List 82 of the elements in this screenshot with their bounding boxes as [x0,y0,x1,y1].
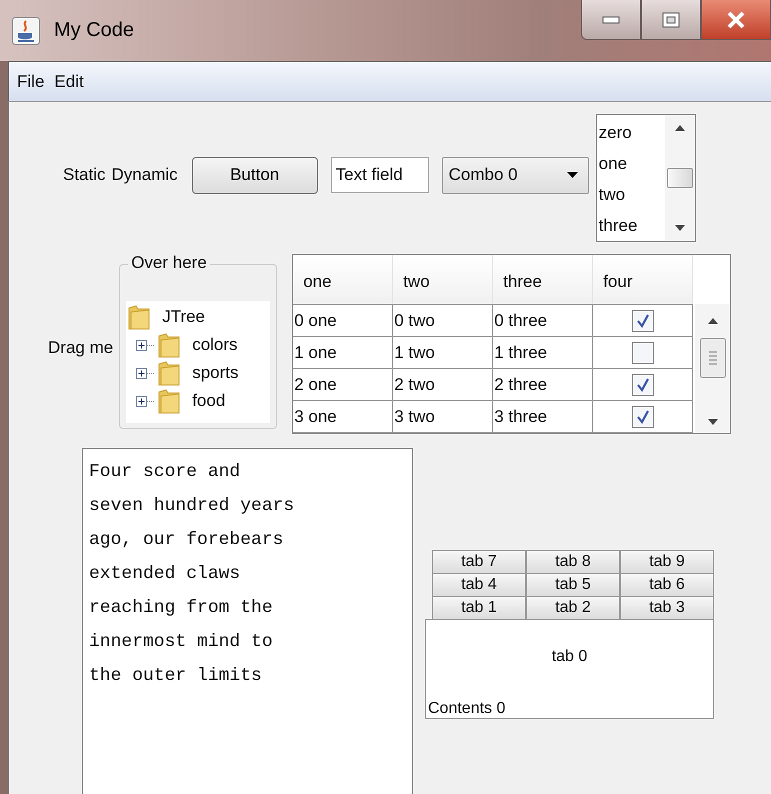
column-header[interactable]: four [593,255,694,304]
list-item[interactable]: three [596,210,665,241]
list-box[interactable]: zero one two three [596,114,696,242]
column-header[interactable]: two [393,255,494,304]
maximize-icon [662,12,680,28]
scroll-up-arrow-icon[interactable] [708,318,718,324]
tab[interactable]: tab 3 [620,596,714,619]
tab[interactable]: tab 9 [620,550,714,573]
table-cell: 1 two [393,337,494,368]
expand-icon[interactable] [136,368,154,378]
drag-label: Drag me [48,338,114,358]
combo-box[interactable]: Combo 0 [442,156,589,194]
list-item[interactable]: one [596,148,665,179]
checkbox[interactable] [632,406,654,428]
list-item[interactable]: two [596,179,665,210]
table-cell: 0 three [493,305,594,336]
column-header[interactable]: one [293,255,394,304]
push-button[interactable]: Button [192,156,318,194]
tree-node[interactable]: JTree [162,307,206,327]
scroll-down-arrow-icon[interactable] [708,419,718,425]
text-line: Four score and [89,461,242,484]
scroll-thumb[interactable] [666,168,693,188]
expand-icon[interactable] [136,340,154,350]
java-cup-icon [12,16,40,44]
tab[interactable]: tab 7 [432,550,526,573]
table[interactable]: one two three four 0 one 0 two 0 three 1 one 1 two 1 three 2 one 2 two 2 three 3 one 3 two 3 three [292,254,732,434]
tree-node[interactable]: colors [192,335,238,355]
checkbox[interactable] [632,374,654,396]
table-cell: 1 three [493,337,594,368]
tab[interactable]: tab 5 [526,573,620,596]
text-area[interactable]: Four score and seven hundred years ago, our forebears extended claws reaching from the innermost mind to the outer limits [82,448,413,794]
text-line: innermost mind to [89,631,274,654]
column-header[interactable]: three [493,255,594,304]
close-button[interactable] [701,0,771,40]
maximize-button[interactable] [641,0,701,40]
tab[interactable]: tab 8 [526,550,620,573]
table-cell: 2 one [293,369,394,400]
text-line: reaching from the [89,597,274,620]
checkbox[interactable] [632,342,654,364]
dropdown-arrow-icon[interactable] [566,172,578,178]
minimize-icon [602,14,620,24]
checkbox[interactable] [632,310,654,332]
folder-icon [158,332,180,358]
table-cell: 2 three [493,369,594,400]
close-icon [726,10,746,28]
label: Static [63,165,106,185]
table-cell: 0 two [393,305,494,336]
table-cell: 0 one [293,305,394,336]
tab-contents: Contents 0 [427,700,506,718]
text-line: extended claws [89,563,242,586]
window-title: My Code [54,19,134,42]
table-cell: 2 two [393,369,494,400]
menu-item[interactable]: File [13,72,48,92]
minimize-button[interactable] [581,0,641,40]
expand-icon[interactable] [136,396,154,406]
scroll-down-arrow-icon[interactable] [674,225,685,231]
combo-value: Combo 0 [448,165,518,185]
tab[interactable]: tab 6 [620,573,714,596]
label: Dynamic [112,165,178,185]
text-line: the outer limits [89,665,263,688]
tree-view[interactable]: JTree colors sports food [126,301,270,423]
text-field[interactable]: Text field [330,157,429,193]
table-cell: 3 one [293,401,394,432]
scroll-thumb[interactable] [700,338,726,378]
menu-item[interactable]: Edit [50,72,88,92]
tab[interactable]: tab 2 [526,596,620,619]
tree-node[interactable]: sports [192,363,238,383]
tree-node[interactable]: food [192,391,226,411]
folder-icon [158,388,180,414]
scroll-up-arrow-icon[interactable] [674,125,685,131]
text-line: seven hundred years [89,495,296,518]
text-line: ago, our forebears [89,529,284,552]
table-cell: 3 two [393,401,494,432]
tab[interactable]: tab 1 [432,596,526,619]
folder-icon [128,304,150,330]
scroll-bar[interactable] [695,304,730,433]
table-cell: 1 one [293,337,394,368]
folder-icon [158,360,180,386]
table-cell: 3 three [493,401,594,432]
scroll-bar[interactable] [664,115,695,241]
list-item[interactable]: zero [596,117,665,148]
tab[interactable]: tab 4 [432,573,526,596]
